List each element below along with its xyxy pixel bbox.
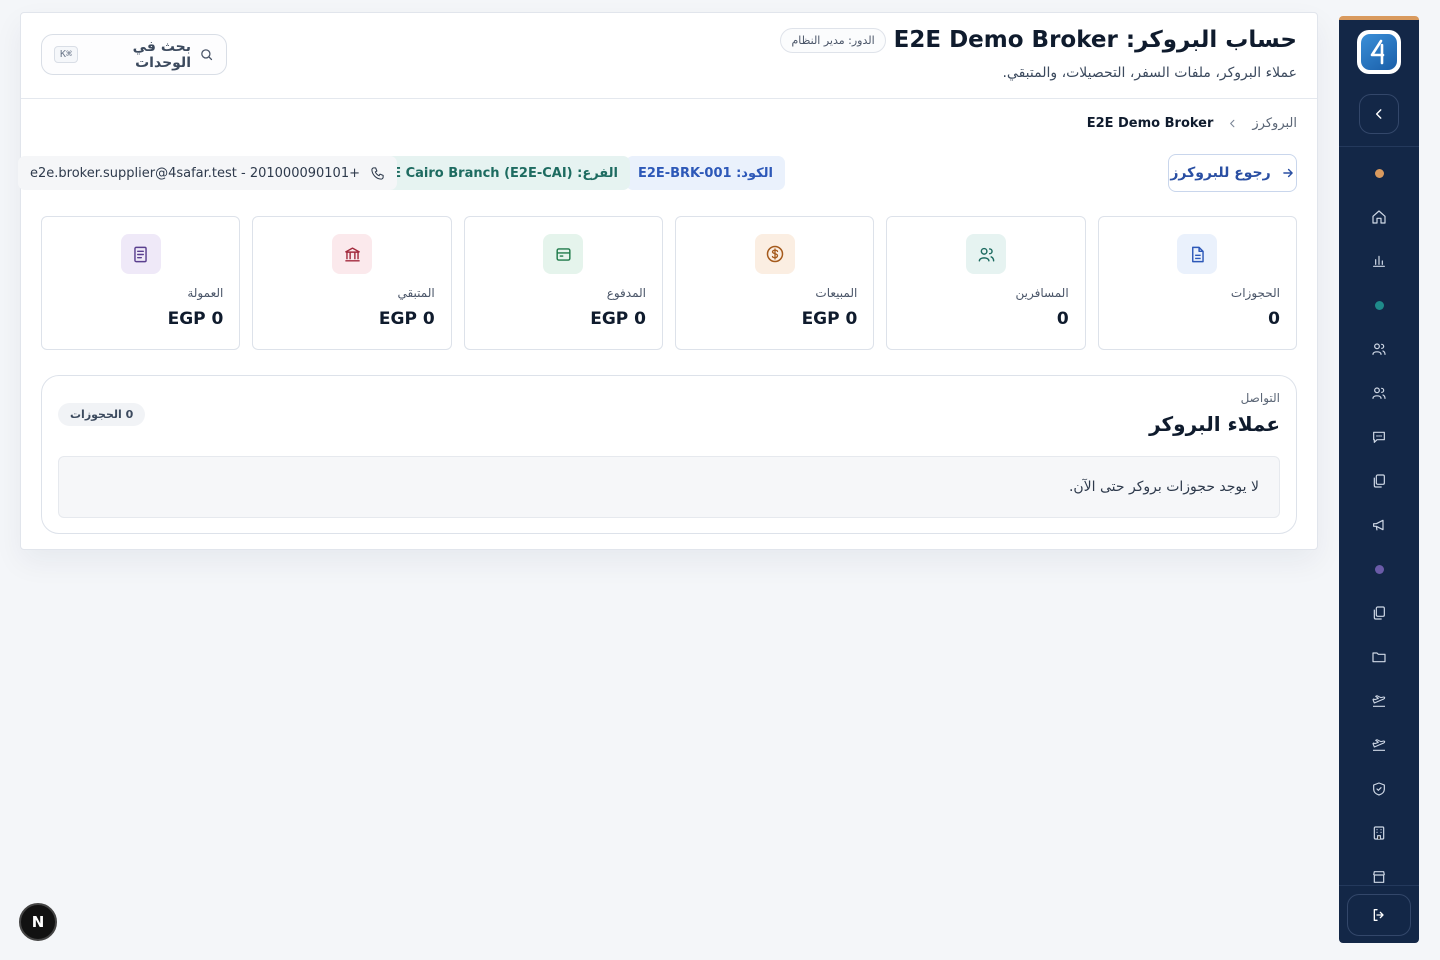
main-card: حساب البروكر: E2E Demo Broker الدور: مدي… (18, 12, 1318, 550)
sidebar-item-tickets[interactable] (1359, 723, 1399, 767)
sidebar-item-campaigns[interactable] (1359, 503, 1399, 547)
wallet-icon (556, 247, 571, 261)
chevron-left-icon (1230, 119, 1235, 128)
search-label: بحث في الوحدات (132, 38, 191, 71)
page-subtitle: عملاء البروكر، ملفات السفر، التحصيلات، و… (1002, 65, 1297, 81)
plane-icon (1372, 739, 1386, 751)
sidebar-item-customers[interactable] (1359, 327, 1399, 371)
stats-grid: الحجوزات 0 المسافرين 0 المبيعات EGP 0 ال… (41, 216, 1297, 350)
search-shortcut-badge: K⌘ (54, 46, 79, 63)
dollar-icon (766, 245, 783, 263)
stat-value: 0 (1056, 309, 1069, 329)
module-search-button[interactable]: K⌘ بحث في الوحدات (41, 34, 227, 75)
sidebar-item-reports[interactable] (1359, 239, 1399, 283)
broker-clients-panel: التواصل عملاء البروكر 0 الحجوزات لا يوجد… (41, 375, 1297, 534)
stat-value: EGP 0 (801, 309, 858, 329)
stat-label: المسافرين (1015, 286, 1069, 300)
sidebar-collapse-button[interactable] (1359, 94, 1399, 134)
stat-icon-box (966, 234, 1006, 274)
copy-icon (1373, 474, 1385, 488)
stat-value: EGP 0 (167, 309, 224, 329)
stat-icon-box (332, 234, 373, 274)
users-icon (1372, 343, 1386, 355)
stat-card-remaining: المتبقي EGP 0 (252, 216, 452, 350)
role-badge: الدور: مدير النظام (780, 27, 886, 53)
phone-icon (371, 166, 384, 180)
stat-label: الحجوزات (1230, 286, 1280, 300)
building-icon (1373, 826, 1385, 840)
sidebar-bottom-divider (1339, 885, 1419, 886)
sidebar-item-hotels[interactable] (1359, 811, 1399, 855)
stat-card-commission: العمولة EGP 0 (41, 216, 241, 350)
stat-label: العمولة (187, 286, 224, 300)
sidebar-item-store[interactable] (1359, 855, 1399, 899)
page-header: حساب البروكر: E2E Demo Broker الدور: مدي… (21, 13, 1317, 99)
logout-icon (1373, 909, 1384, 921)
stat-value: EGP 0 (590, 309, 647, 329)
sidebar-group-dot-teal (1359, 283, 1399, 327)
document-icon (1191, 246, 1204, 262)
contact-text: e2e.broker.supplier@4safar.test - 201000… (30, 165, 360, 181)
bank-icon (344, 246, 360, 262)
dev-tools-button[interactable]: N (19, 903, 57, 941)
broker-contact-chip: e2e.broker.supplier@4safar.test - 201000… (18, 156, 397, 190)
home-icon (1372, 210, 1386, 224)
stat-icon-box (543, 234, 584, 274)
receipt-icon (134, 246, 147, 262)
panel-title: عملاء البروكر (1149, 412, 1280, 436)
empty-state: لا يوجد حجوزات بروكر حتى الآن. (58, 456, 1280, 518)
sidebar-item-insurance[interactable] (1359, 767, 1399, 811)
back-button-label: رجوع للبروكرز (1170, 165, 1271, 181)
arrow-right-icon (1282, 168, 1293, 178)
chat-icon (1373, 431, 1385, 443)
bookings-count-badge: 0 الحجوزات (58, 403, 146, 426)
sidebar-item-home[interactable] (1359, 195, 1399, 239)
sidebar-group-dot-purple (1359, 547, 1399, 591)
sidebar-item-folders[interactable] (1359, 635, 1399, 679)
logout-button[interactable] (1347, 894, 1411, 936)
stat-label: المدفوع (606, 286, 647, 300)
page-title: حساب البروكر: E2E Demo Broker (893, 27, 1297, 53)
sidebar-item-brokers[interactable] (1359, 371, 1399, 415)
folder-icon (1372, 652, 1386, 663)
stat-label: المتبقي (397, 286, 435, 300)
stat-value: EGP 0 (378, 309, 435, 329)
empty-state-text: لا يوجد حجوزات بروكر حتى الآن. (1068, 479, 1259, 495)
stat-icon-box (120, 234, 161, 274)
copy-icon (1373, 606, 1385, 620)
chevron-left-icon (1375, 109, 1382, 119)
users-icon (978, 247, 994, 262)
stat-card-bookings: الحجوزات 0 (1097, 216, 1297, 350)
stat-icon-box (1177, 234, 1218, 274)
sidebar-item-documents[interactable] (1359, 459, 1399, 503)
bar-chart-icon (1373, 255, 1385, 267)
sidebar-item-flights[interactable] (1359, 679, 1399, 723)
sidebar (1339, 16, 1419, 943)
search-icon (201, 49, 213, 61)
panel-eyebrow: التواصل (1240, 391, 1280, 405)
broker-branch-chip: الفرع: E2E Cairo Branch (E2E-CAI) (362, 156, 630, 190)
plane-icon (1372, 695, 1386, 707)
megaphone-icon (1373, 519, 1384, 531)
store-icon (1373, 871, 1385, 883)
users-icon (1372, 387, 1386, 399)
stat-label: المبيعات (815, 286, 858, 300)
sidebar-group-dot-orange (1359, 151, 1399, 195)
sidebar-divider (1339, 146, 1419, 147)
stat-card-paid: المدفوع EGP 0 (463, 216, 664, 350)
broker-code-chip: الكود: E2E-BRK-001 (625, 156, 785, 190)
sidebar-item-files[interactable] (1359, 591, 1399, 635)
stat-value: 0 (1268, 309, 1280, 329)
stat-card-travelers: المسافرين 0 (886, 216, 1086, 350)
shield-check-icon (1373, 782, 1385, 796)
app-logo[interactable] (1357, 30, 1401, 74)
stat-card-sales: المبيعات EGP 0 (675, 216, 875, 350)
logo-mark-icon (1361, 34, 1397, 70)
sidebar-item-messages[interactable] (1359, 415, 1399, 459)
breadcrumb-current: E2E Demo Broker (1086, 116, 1214, 131)
back-to-brokers-button[interactable]: رجوع للبروكرز (1168, 154, 1297, 192)
breadcrumb: البروكرز E2E Demo Broker (1087, 116, 1297, 131)
stat-icon-box (754, 234, 795, 274)
breadcrumb-brokers-link[interactable]: البروكرز (1252, 116, 1297, 131)
